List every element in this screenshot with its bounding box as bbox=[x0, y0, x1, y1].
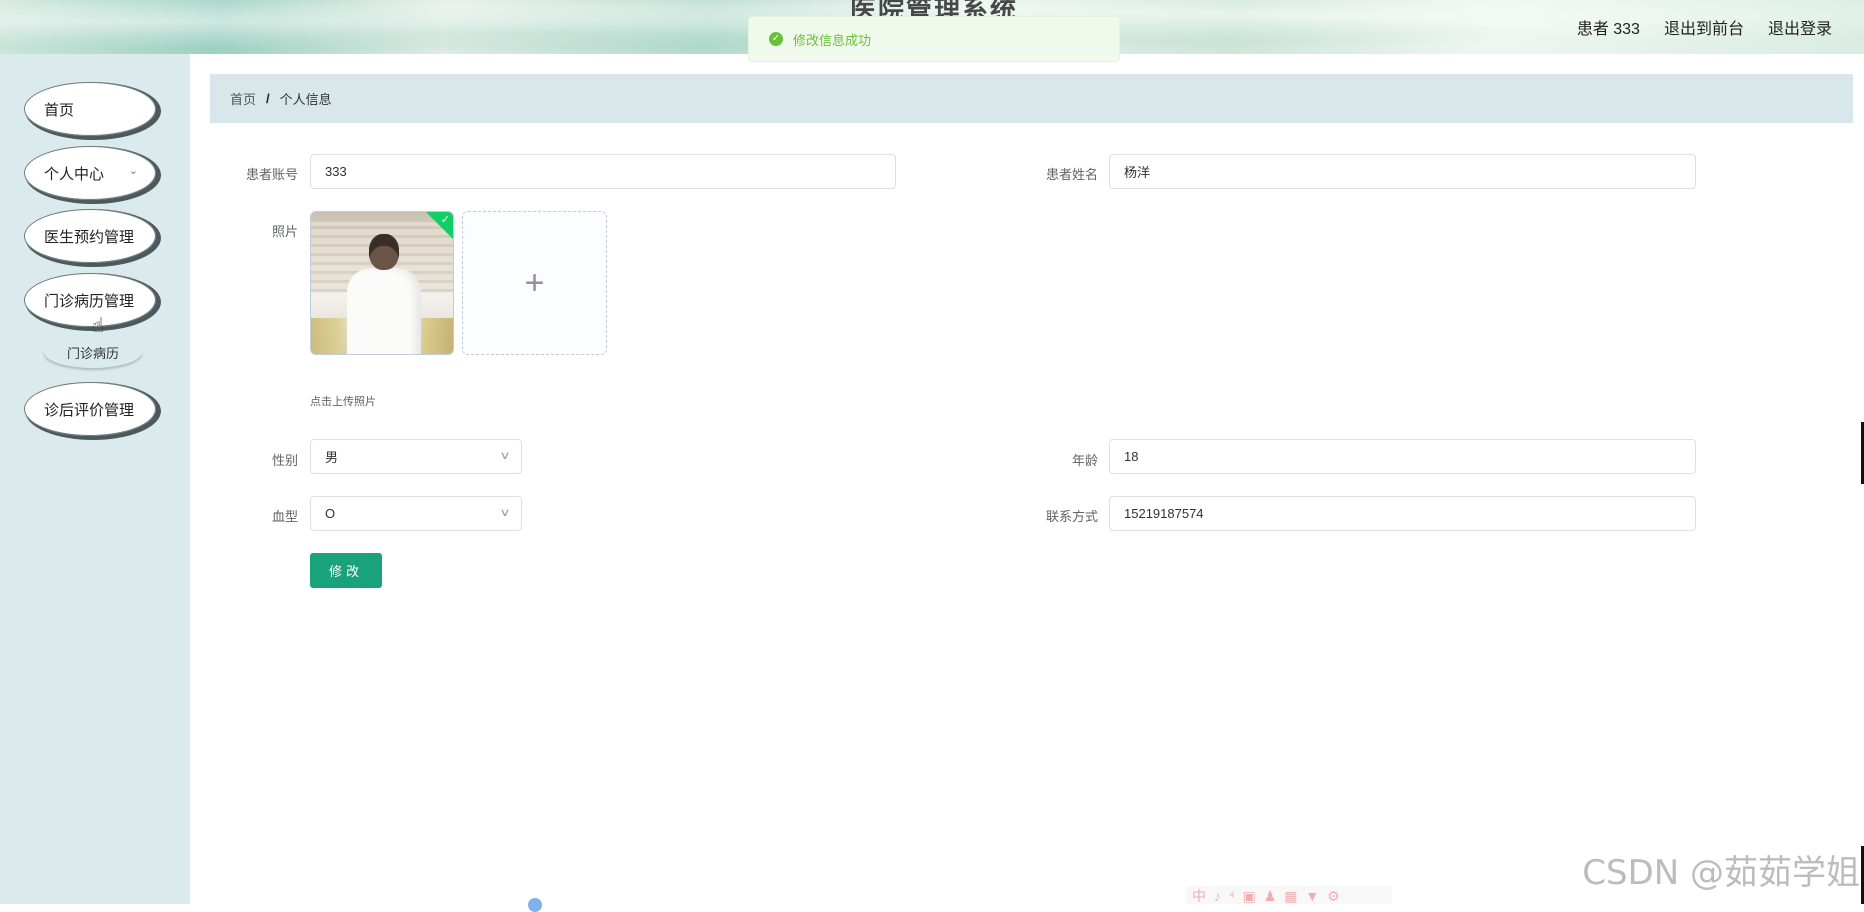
gender-label: 性别 bbox=[208, 450, 298, 469]
age-value: 18 bbox=[1124, 449, 1138, 464]
breadcrumb-separator: / bbox=[266, 91, 270, 106]
age-label: 年龄 bbox=[1008, 450, 1098, 469]
sidebar-subitem-outpatient-record[interactable]: 门诊病历 bbox=[44, 336, 142, 368]
name-label: 患者姓名 bbox=[1008, 164, 1098, 183]
header-links: 患者 333 退出到前台 退出登录 bbox=[1577, 15, 1832, 39]
watermark: CSDN @茹茹学姐 bbox=[1582, 845, 1860, 894]
sidebar-item-post-visit-review[interactable]: 诊后评价管理 bbox=[24, 382, 156, 436]
sidebar-item-outpatient-records[interactable]: 门诊病历管理 bbox=[24, 273, 156, 327]
photo-person-body bbox=[347, 268, 421, 355]
account-value: 333 bbox=[325, 164, 347, 179]
hand-cursor-icon: ☝ bbox=[92, 316, 104, 336]
breadcrumb: 首页 / 个人信息 bbox=[210, 74, 1853, 123]
blood-type-select[interactable]: O ∨ bbox=[310, 496, 522, 531]
blood-type-label: 血型 bbox=[208, 506, 298, 525]
breadcrumb-home[interactable]: 首页 bbox=[230, 89, 256, 108]
chevron-down-icon: ∨ bbox=[499, 449, 510, 462]
name-input[interactable]: 杨洋 bbox=[1109, 154, 1696, 189]
sidebar-subitem-label: 门诊病历 bbox=[67, 343, 119, 362]
photo-label: 照片 bbox=[208, 221, 298, 240]
chevron-down-icon: ∨ bbox=[499, 506, 510, 519]
sidebar-item-doctor-appointment[interactable]: 医生预约管理 bbox=[24, 209, 156, 263]
uploaded-photo[interactable]: ✓ bbox=[310, 211, 454, 355]
blood-type-value: O bbox=[325, 506, 335, 521]
toast-message: 修改信息成功 bbox=[793, 30, 871, 49]
modify-button[interactable]: 修改 bbox=[310, 553, 382, 588]
name-value: 杨洋 bbox=[1124, 162, 1150, 181]
upload-button[interactable]: + bbox=[462, 211, 607, 355]
check-circle-icon: ✓ bbox=[769, 32, 783, 46]
account-label: 患者账号 bbox=[208, 164, 298, 183]
gender-select[interactable]: 男 ∨ bbox=[310, 439, 522, 474]
sidebar-item-label: 医生预约管理 bbox=[44, 226, 134, 247]
breadcrumb-current: 个人信息 bbox=[280, 89, 332, 108]
user-label: 患者 333 bbox=[1577, 15, 1640, 39]
success-toast: ✓ 修改信息成功 bbox=[748, 16, 1120, 62]
floating-dot bbox=[528, 898, 542, 912]
age-input[interactable]: 18 bbox=[1109, 439, 1696, 474]
sidebar-item-label: 门诊病历管理 bbox=[44, 290, 134, 311]
sidebar-item-home[interactable]: 首页 bbox=[24, 82, 156, 136]
sidebar-item-label: 个人中心 bbox=[44, 163, 104, 184]
phone-value: 15219187574 bbox=[1124, 506, 1204, 521]
phone-label: 联系方式 bbox=[1008, 506, 1098, 525]
phone-input[interactable]: 15219187574 bbox=[1109, 496, 1696, 531]
upload-hint: 点击上传照片 bbox=[310, 393, 376, 409]
ime-toolbar[interactable]: 中 ♪ ⁴ ▣ ♟ ▦ ▼ ⚙ bbox=[1186, 886, 1392, 904]
plus-icon: + bbox=[525, 264, 545, 303]
photo-person-head bbox=[369, 234, 399, 270]
logout-link[interactable]: 退出登录 bbox=[1768, 15, 1832, 39]
sidebar-item-personal-center[interactable]: 个人中心 ⌄ bbox=[24, 146, 156, 200]
sidebar-item-label: 首页 bbox=[44, 99, 74, 120]
sidebar-item-label: 诊后评价管理 bbox=[44, 399, 134, 420]
gender-value: 男 bbox=[325, 447, 338, 466]
check-icon: ✓ bbox=[441, 213, 450, 226]
chevron-down-icon: ⌄ bbox=[129, 164, 138, 177]
account-input[interactable]: 333 bbox=[310, 154, 896, 189]
back-to-front-link[interactable]: 退出到前台 bbox=[1664, 15, 1744, 39]
